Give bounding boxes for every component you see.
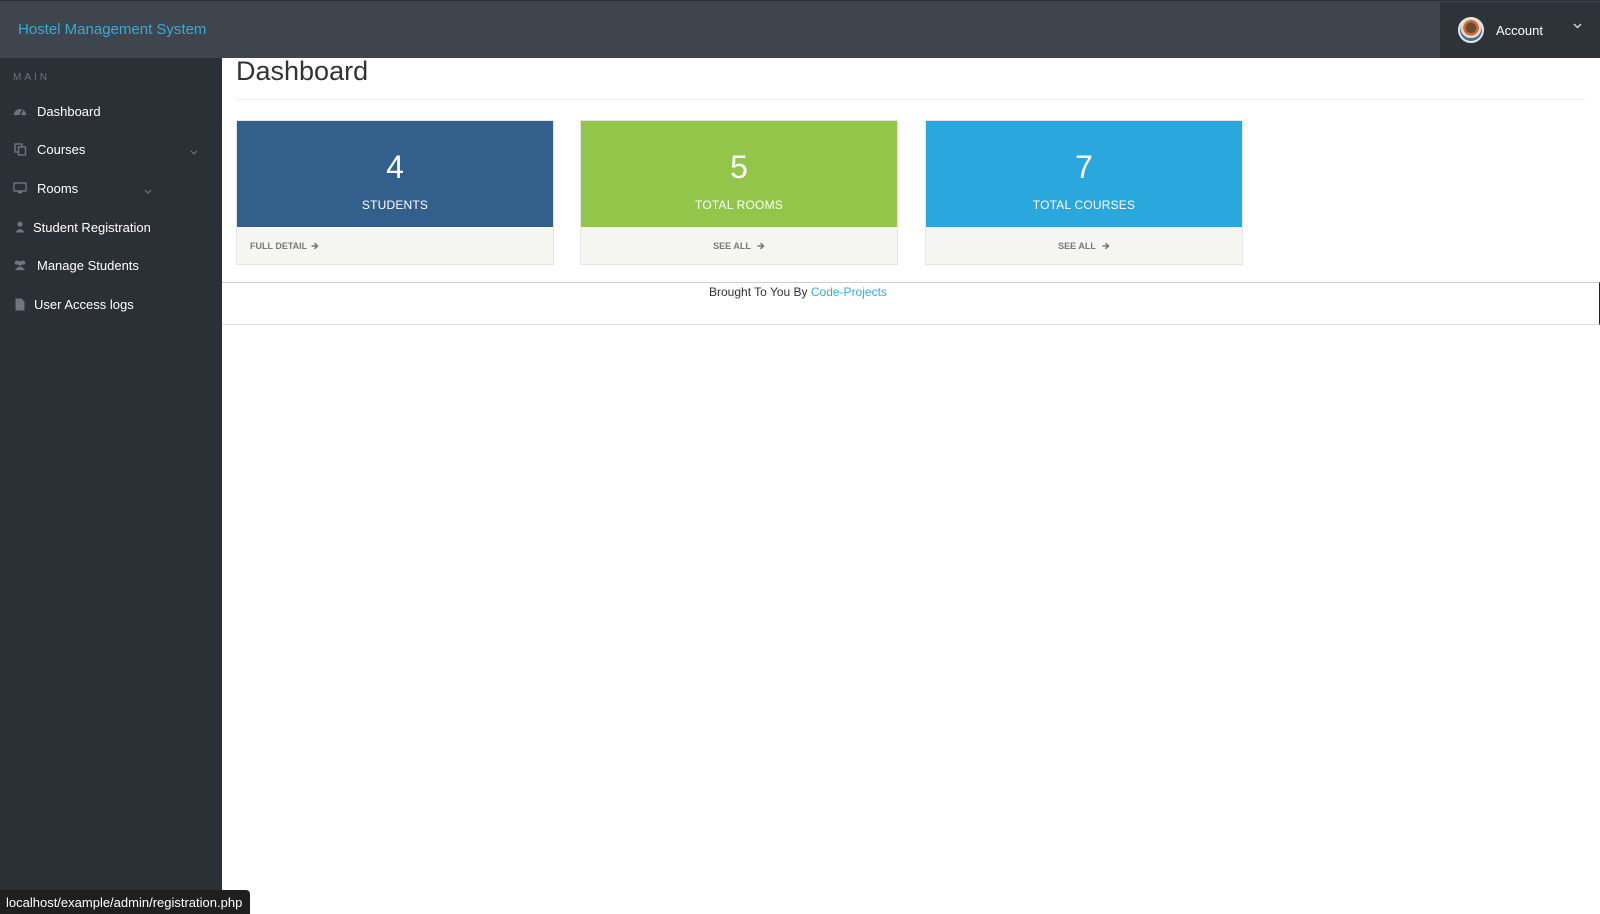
page-title: Dashboard bbox=[236, 56, 369, 86]
footer bbox=[222, 282, 1600, 325]
see-all-rooms-link[interactable]: SEE ALL bbox=[581, 227, 897, 265]
chevron-down-icon bbox=[190, 143, 198, 158]
status-bar-url: localhost/example/admin/registration.php bbox=[0, 890, 251, 914]
sidebar-item-label: Manage Students bbox=[37, 257, 139, 273]
link-label: SEE ALL bbox=[1058, 241, 1096, 251]
card-value: 7 bbox=[1075, 149, 1093, 185]
sidebar-item-user-access-logs[interactable]: User Access logs bbox=[0, 287, 222, 321]
card-label: TOTAL ROOMS bbox=[695, 198, 783, 212]
sidebar-item-label: Dashboard bbox=[37, 103, 101, 119]
card-header: 7 TOTAL COURSES bbox=[926, 121, 1242, 227]
card-label: STUDENTS bbox=[361, 198, 429, 212]
sidebar-item-dashboard[interactable]: Dashboard bbox=[0, 94, 222, 128]
stat-card-total-rooms: 5 TOTAL ROOMS SEE ALL bbox=[580, 120, 898, 265]
sidebar-item-label: Rooms bbox=[37, 180, 79, 196]
sidebar-item-label: Courses bbox=[37, 141, 86, 157]
desktop-icon bbox=[13, 181, 27, 195]
avatar bbox=[1458, 17, 1484, 43]
card-header: 4 STUDENTS bbox=[237, 121, 553, 227]
brand-title[interactable]: Hostel Management System bbox=[18, 21, 206, 38]
user-icon bbox=[13, 220, 27, 234]
sidebar-item-rooms[interactable]: Rooms bbox=[0, 171, 222, 205]
stat-card-total-courses: 7 TOTAL COURSES SEE ALL bbox=[925, 120, 1243, 265]
see-all-courses-link[interactable]: SEE ALL bbox=[926, 227, 1242, 265]
link-label: SEE ALL bbox=[713, 241, 751, 251]
footer-credit: Brought To You By bbox=[709, 285, 808, 299]
sidebar-item-label: User Access logs bbox=[34, 296, 134, 312]
chevron-down-icon bbox=[144, 182, 152, 197]
users-icon bbox=[13, 258, 27, 272]
link-label: FULL DETAIL bbox=[250, 241, 308, 251]
card-value: 4 bbox=[386, 149, 404, 185]
account-label: Account bbox=[1496, 22, 1543, 38]
footer-text: Brought To You By Code-Projects bbox=[709, 285, 887, 299]
divider bbox=[236, 99, 1586, 100]
card-value: 5 bbox=[730, 149, 748, 185]
card-label: TOTAL COURSES bbox=[1032, 198, 1136, 212]
code-projects-link[interactable]: Code-Projects bbox=[811, 285, 887, 299]
arrow-right-icon bbox=[311, 242, 319, 250]
sidebar-item-label: Student Registration bbox=[33, 219, 151, 235]
account-menu[interactable]: Account bbox=[1440, 2, 1600, 58]
sidebar-heading: MAIN bbox=[13, 72, 50, 83]
top-navbar: Hostel Management System Account bbox=[0, 0, 1600, 58]
dashboard-icon bbox=[13, 104, 27, 118]
full-detail-link[interactable]: FULL DETAIL bbox=[237, 227, 553, 265]
sidebar-item-courses[interactable]: Courses bbox=[0, 132, 222, 166]
arrow-right-icon bbox=[1102, 242, 1110, 250]
sidebar: MAIN Dashboard Courses Rooms Student Reg… bbox=[0, 58, 222, 914]
copy-icon bbox=[13, 142, 27, 156]
arrow-right-icon bbox=[757, 242, 765, 250]
chevron-down-icon bbox=[1573, 20, 1582, 32]
sidebar-item-student-registration[interactable]: Student Registration bbox=[0, 210, 222, 244]
sidebar-item-manage-students[interactable]: Manage Students bbox=[0, 248, 222, 282]
card-header: 5 TOTAL ROOMS bbox=[581, 121, 897, 227]
stat-card-students: 4 STUDENTS FULL DETAIL bbox=[236, 120, 554, 265]
file-icon bbox=[13, 297, 27, 311]
